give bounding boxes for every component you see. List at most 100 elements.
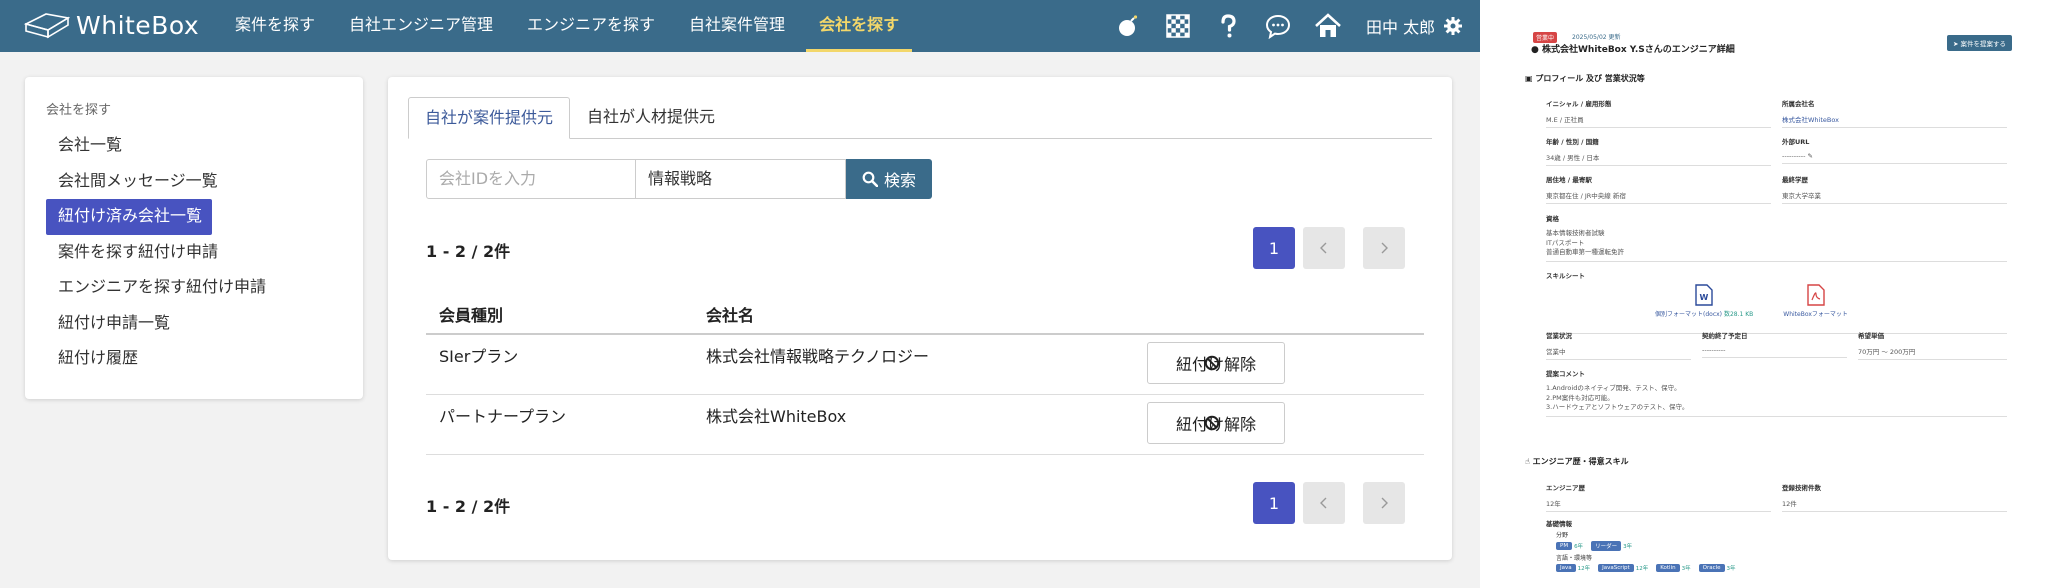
whitebox-logo-icon [24,13,70,39]
field-label: 希望単価 [1858,332,1884,340]
linked-companies-table: 会員種別 会社名 SIerプラン 株式会社情報戦略テクノロジー 紐付け解除 パー… [426,291,1424,455]
next-page-button[interactable] [1363,482,1405,524]
page-title-text: 株式会社WhiteBox Y.Sさんのエンジニア詳細 [1542,45,1735,55]
sidebar-item-company-messages[interactable]: 会社間メッセージ一覧 [46,164,346,200]
propose-project-button[interactable]: ➤ 案件を提案する [1947,35,2013,51]
sidebar-item-project-link-request[interactable]: 案件を探す紐付け申請 [46,235,346,271]
field-value: 34歳 / 男性 / 日本 [1546,152,1771,166]
unlink-button-label: 紐付け解除 [1175,415,1256,434]
tab-project-provider[interactable]: 自社が案件提供元 [408,97,571,139]
chevron-left-icon [1320,497,1327,509]
field-label: イニシャル / 雇用形態 [1546,100,1612,108]
unlink-button[interactable]: 紐付け解除 [1147,342,1285,384]
field-desired-price: 希望単価 70万円 〜 200万円 [1858,330,2007,360]
keyword-input[interactable]: 情報戦略 [636,159,846,199]
nav-find-companies[interactable]: 会社を探す [806,0,913,52]
engineer-detail-panel: 営業中 2025/05/02 更新 ● 株式会社WhiteBox Y.Sさんのエ… [1480,0,2046,588]
checker-icon[interactable] [1162,10,1194,42]
bomb-icon[interactable] [1112,10,1144,42]
edit-icon[interactable]: ✎ [1808,152,1813,160]
unlink-button[interactable]: 紐付け解除 [1147,402,1285,444]
word-download[interactable]: W 個別フォーマット(docx) 数28.1 KB [1655,284,1753,318]
field-projects: 登録技術件数 12件 [1782,482,2007,512]
cell-company-name: 株式会社WhiteBox [706,407,847,426]
cell-member-type: SIerプラン [439,347,519,366]
comment-line: 1.Androidのネイティブ開発、テスト、保守。 [1546,384,1681,392]
field-value: 営業中 [1546,346,1691,360]
chevron-right-icon [1381,497,1388,509]
gear-icon[interactable] [1443,16,1463,36]
field-label: 基礎情報 [1546,520,1572,528]
logo[interactable]: WhiteBox [24,10,199,40]
field-category-label: 分野 [1556,532,1569,539]
nav-find-engineers[interactable]: エンジニアを探す [514,0,668,52]
chat-icon[interactable] [1262,10,1294,42]
word-file-icon: W [1695,284,1713,306]
result-count-top: 1 - 2 / 2件 [426,242,511,261]
field-value: ---------- ✎ [1782,152,2007,164]
field-url: 外部URL ---------- ✎ [1782,136,2007,164]
field-value: ---------- [1702,346,1847,358]
prev-page-button[interactable] [1303,482,1345,524]
field-age: 年齢 / 性別 / 国籍 34歳 / 男性 / 日本 [1546,136,1771,166]
page-1-button[interactable]: 1 [1253,482,1295,524]
field-label: 提案コメント [1546,370,1585,378]
cert-item: 普通自動車第一種運転免許 [1546,248,1624,256]
search-button[interactable]: 検索 [846,159,932,199]
header-member-type: 会員種別 [439,306,504,325]
chevron-left-icon [1320,242,1327,254]
result-count-bottom: 1 - 2 / 2件 [426,497,511,516]
field-label: 契約終了予定日 [1702,332,1748,340]
sidebar: 会社を探す 会社一覧 会社間メッセージ一覧 紐付け済み会社一覧 案件を探す紐付け… [25,77,363,399]
field-address: 居住地 / 最寄駅 東京都在住 / JR中央線 新宿 [1546,174,1771,204]
section-profile-heading: ▣ プロフィール 及び 営業状況等 [1525,73,1645,84]
person-icon: ● [1531,45,1539,55]
skill-tag: Java [1556,564,1576,572]
skill-sheet-downloads: W 個別フォーマット(docx) 数28.1 KB WhiteBoxフォーマット [1655,284,1878,318]
company-id-input[interactable]: 会社IDを入力 [426,159,636,199]
field-label: 年齢 / 性別 / 国籍 [1546,138,1599,146]
url-value: ---------- [1782,152,1806,160]
comment-line: 3.ハードウェアとソフトウェアのテスト、保守。 [1546,403,1689,411]
field-career: エンジニア歴 12年 [1546,482,1771,512]
propose-button-label: 案件を提案する [1960,40,2007,48]
nav-icons: 田中 太郎 [1112,0,1463,52]
field-tags: PM 6年 リーダー 3年 [1556,541,1640,551]
user-name[interactable]: 田中 太郎 [1366,14,1435,38]
home-icon[interactable] [1312,10,1344,42]
chevron-right-icon [1381,242,1388,254]
question-icon[interactable] [1212,10,1244,42]
cell-member-type: パートナープラン [439,407,567,426]
field-value: 1.Androidのネイティブ開発、テスト、保守。 2.PM案件も対応可能。 3… [1546,384,2007,417]
cert-item: ITパスポート [1546,238,1585,247]
prev-page-button[interactable] [1303,227,1345,269]
pdf-download[interactable]: WhiteBoxフォーマット [1783,284,1848,318]
company-link[interactable]: 株式会社WhiteBox [1782,114,2007,128]
sidebar-item-link-request-list[interactable]: 紐付け申請一覧 [46,306,346,342]
sidebar-item-engineer-link-request[interactable]: エンジニアを探す紐付け申請 [46,270,346,306]
field-label: 登録技術件数 [1782,484,1821,492]
sidebar-item-link-history[interactable]: 紐付け履歴 [46,341,346,377]
skill-tag: リーダー [1591,541,1622,551]
nav-find-projects[interactable]: 案件を探す [222,0,328,52]
cert-item: 基本情報技術者試験 [1546,229,1605,237]
skill-years: 3年 [1623,544,1633,550]
field-initial: イニシャル / 雇用形態 M.E / 正社員 [1546,98,1771,128]
section-profile-text: プロフィール 及び 営業状況等 [1535,74,1645,83]
next-page-button[interactable] [1363,227,1405,269]
tab-talent-provider[interactable]: 自社が人材提供元 [571,97,731,139]
sidebar-item-linked-companies[interactable]: 紐付け済み会社一覧 [46,199,213,235]
table-header: 会員種別 会社名 [426,291,1424,335]
nav-own-engineers[interactable]: 自社エンジニア管理 [336,0,506,52]
updated-date: 2025/05/02 更新 [1572,34,1621,41]
field-value: 東京都在住 / JR中央線 新宿 [1546,190,1771,204]
word-download-label: 個別フォーマット(docx) [1655,311,1723,318]
sidebar-item-company-list[interactable]: 会社一覧 [46,128,346,164]
page-title: ● 株式会社WhiteBox Y.Sさんのエンジニア詳細 [1531,42,1735,55]
field-proposal-comment: 提案コメント 1.Androidのネイティブ開発、テスト、保守。 2.PM案件も… [1546,368,2007,417]
nav-own-projects[interactable]: 自社案件管理 [676,0,798,52]
page-1-button[interactable]: 1 [1253,227,1295,269]
table-row: パートナープラン 株式会社WhiteBox 紐付け解除 [426,395,1424,455]
skill-years: 3年 [1681,566,1691,572]
main-panel: 自社が案件提供元 自社が人材提供元 会社IDを入力 情報戦略 検索 1 - 2 … [388,77,1452,560]
